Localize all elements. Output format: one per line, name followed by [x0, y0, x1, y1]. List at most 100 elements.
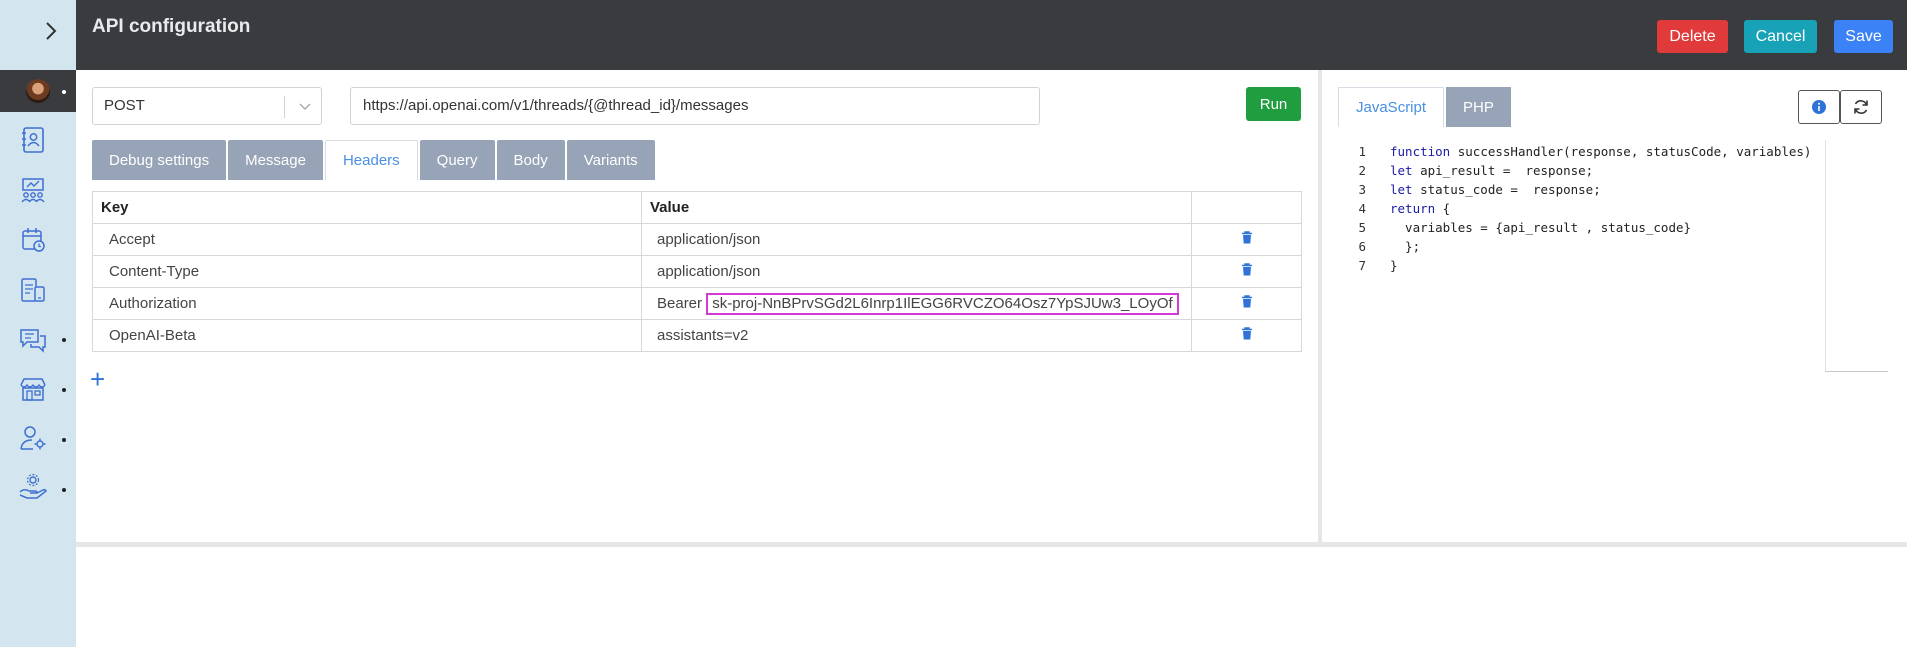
trash-icon[interactable] [1241, 231, 1253, 248]
code-scroll-edge [1825, 371, 1888, 372]
hand-gear-icon [19, 473, 47, 499]
header-key-cell[interactable]: Accept [92, 223, 642, 256]
column-header-key: Key [92, 191, 642, 224]
tab-body[interactable]: Body [496, 140, 565, 180]
chevron-right-icon [46, 22, 57, 40]
code-tabs: JavaScript PHP [1338, 87, 1513, 127]
info-icon [1812, 100, 1826, 114]
code-text: variables = {api_result , status_code} [1390, 220, 1692, 235]
request-tabs: Debug settings Message Headers Query Bod… [92, 140, 657, 180]
code-keyword: function [1390, 144, 1451, 159]
highlighted-token: sk-proj-NnBPrvSGd2L6Inrp1IlEGG6RVCZO64Os… [706, 292, 1179, 315]
tab-query[interactable]: Query [419, 140, 495, 180]
code-line: 6 }; [1338, 237, 1833, 256]
tab-headers[interactable]: Headers [324, 140, 418, 180]
devices-icon [21, 278, 45, 302]
headers-table: Key Value Accept application/json Conten… [92, 191, 1302, 352]
add-header-button[interactable]: + [90, 366, 105, 392]
tab-php[interactable]: PHP [1446, 87, 1511, 127]
row-actions [1191, 287, 1302, 320]
method-select[interactable]: POST [92, 87, 322, 125]
refresh-icon [1854, 100, 1868, 114]
panel-divider-horizontal[interactable] [76, 542, 1907, 547]
sidebar-item-store[interactable] [16, 372, 50, 406]
url-input[interactable]: https://api.openai.com/v1/threads/{@thre… [350, 87, 1040, 125]
sidebar-item-chat[interactable] [16, 323, 50, 357]
header-value-cell[interactable]: application/json [641, 255, 1192, 288]
code-panel: JavaScript PHP 1 function successHandler… [1322, 70, 1907, 542]
header-key-cell[interactable]: OpenAI-Beta [92, 319, 642, 352]
code-keyword: return [1390, 201, 1436, 216]
tab-message[interactable]: Message [228, 140, 323, 180]
avatar[interactable] [26, 79, 50, 103]
sidebar-dot [62, 488, 66, 492]
column-header-value: Value [641, 191, 1192, 224]
cancel-button[interactable]: Cancel [1744, 20, 1817, 53]
run-button[interactable]: Run [1246, 87, 1301, 121]
code-editor[interactable]: 1 function successHandler(response, stat… [1338, 142, 1833, 370]
table-row: OpenAI-Beta assistants=v2 [92, 319, 1302, 352]
method-value: POST [104, 97, 145, 114]
sidebar-dot [62, 388, 66, 392]
select-separator [284, 96, 285, 118]
info-button[interactable] [1798, 90, 1840, 124]
row-actions [1191, 223, 1302, 256]
sidebar-toggle-button[interactable] [36, 14, 66, 48]
tab-debug-settings[interactable]: Debug settings [92, 140, 227, 180]
code-line: 5 variables = {api_result , status_code} [1338, 218, 1833, 237]
code-text: let api_result = response; [1390, 163, 1594, 178]
header-value-prefix: Bearer [657, 294, 707, 312]
code-line: 1 function successHandler(response, stat… [1338, 142, 1833, 161]
trash-icon[interactable] [1241, 327, 1253, 344]
header-value-cell[interactable]: Bearer sk-proj-NnBPrvSGd2L6Inrp1IlEGG6RV… [641, 287, 1192, 320]
header-key-cell[interactable]: Authorization [92, 287, 642, 320]
code-keyword: let [1390, 163, 1413, 178]
sidebar-item-schedule[interactable] [16, 223, 50, 257]
trash-icon[interactable] [1241, 263, 1253, 280]
sidebar-item-service[interactable] [16, 470, 50, 504]
code-text: let status_code = response; [1390, 182, 1601, 197]
header-value-cell[interactable]: assistants=v2 [641, 319, 1192, 352]
code-line: 2 let api_result = response; [1338, 161, 1833, 180]
request-panel: POST https://api.openai.com/v1/threads/{… [76, 70, 1318, 542]
header-value-text: assistants=v2 [657, 327, 749, 344]
contacts-icon [22, 127, 44, 153]
sidebar-item-team[interactable] [16, 173, 50, 207]
save-button[interactable]: Save [1834, 20, 1893, 53]
code-keyword: let [1390, 182, 1413, 197]
user-avatar-row[interactable] [0, 70, 76, 112]
refresh-button[interactable] [1840, 90, 1882, 124]
row-actions [1191, 319, 1302, 352]
sidebar-dot [62, 438, 66, 442]
header-value-text: application/json [657, 263, 761, 280]
sidebar-item-user-settings[interactable] [16, 421, 50, 455]
line-number: 4 [1358, 201, 1366, 216]
page-title: API configuration [92, 16, 251, 37]
column-header-actions [1191, 191, 1302, 224]
line-number: 3 [1358, 182, 1366, 197]
table-row: Authorization Bearer sk-proj-NnBPrvSGd2L… [92, 287, 1302, 320]
store-icon [20, 378, 46, 401]
header-value-cell[interactable]: application/json [641, 223, 1192, 256]
team-board-icon [21, 178, 45, 203]
delete-button[interactable]: Delete [1657, 20, 1728, 53]
tab-variants[interactable]: Variants [566, 140, 655, 180]
code-text: return { [1390, 201, 1451, 216]
code-line: 3 let status_code = response; [1338, 180, 1833, 199]
trash-icon[interactable] [1241, 295, 1253, 312]
line-number: 2 [1358, 163, 1366, 178]
line-number: 6 [1358, 239, 1366, 254]
table-row: Accept application/json [92, 223, 1302, 256]
header-key-cell[interactable]: Content-Type [92, 255, 642, 288]
status-dot [62, 90, 66, 94]
code-scroll-edge [1825, 140, 1826, 372]
row-actions [1191, 255, 1302, 288]
tab-javascript[interactable]: JavaScript [1338, 87, 1445, 127]
chevron-down-icon[interactable] [294, 96, 316, 118]
table-row: Content-Type application/json [92, 255, 1302, 288]
sidebar-item-contacts[interactable] [16, 123, 50, 157]
table-header-row: Key Value [92, 191, 1302, 224]
code-text: function successHandler(response, status… [1390, 144, 1812, 159]
code-line: 7 } [1338, 256, 1833, 275]
sidebar-item-devices[interactable] [16, 273, 50, 307]
